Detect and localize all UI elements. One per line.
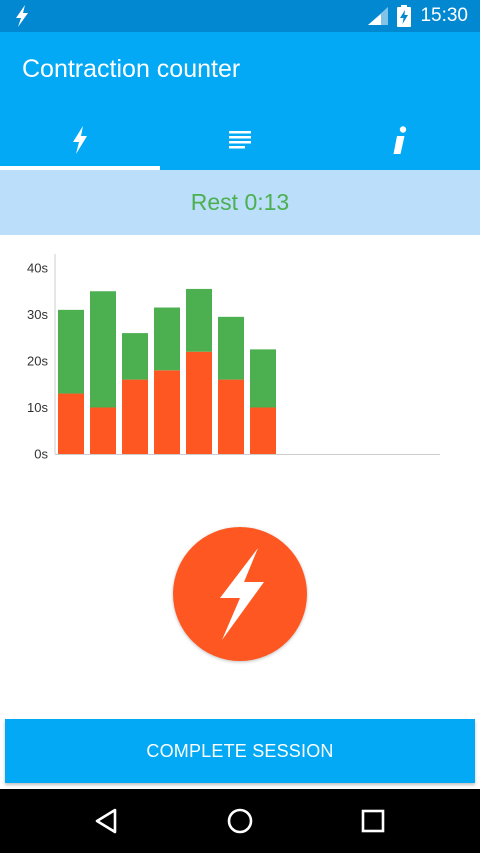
- back-triangle-icon: [95, 808, 117, 834]
- bar-segment-rest: [154, 307, 180, 371]
- home-circle-icon: [227, 808, 253, 834]
- complete-session-button[interactable]: COMPLETE SESSION: [5, 719, 475, 783]
- bar-segment-contraction: [58, 393, 84, 454]
- info-icon: [393, 126, 407, 154]
- back-button[interactable]: [86, 803, 126, 839]
- rest-banner: Rest 0:13: [0, 170, 480, 235]
- rest-timer: Rest 0:13: [190, 189, 290, 215]
- bar-segment-contraction: [154, 370, 180, 454]
- bar-segment-rest: [58, 309, 84, 394]
- bar-segment-rest: [90, 291, 116, 408]
- bar-segment-rest: [122, 333, 148, 380]
- bar-segment-contraction: [122, 379, 148, 454]
- cell-signal-icon: [368, 7, 388, 25]
- bar-segment-rest: [218, 316, 244, 380]
- recents-square-icon: [361, 809, 385, 833]
- status-bar: 15:30: [0, 0, 480, 32]
- y-tick-label: 30s: [27, 307, 48, 322]
- bar-segment-contraction: [90, 407, 116, 454]
- status-clock: 15:30: [420, 5, 468, 26]
- home-button[interactable]: [220, 803, 260, 839]
- app-root: 15:30 Contraction counter Rest 0:13 0s 1…: [0, 0, 480, 853]
- tab-history[interactable]: [160, 110, 320, 170]
- bar-segment-contraction: [218, 379, 244, 454]
- tab-info[interactable]: [320, 110, 480, 170]
- battery-charging-icon: [397, 5, 411, 27]
- bar-segment-rest: [250, 349, 276, 408]
- lightning-bolt-icon: [220, 548, 264, 640]
- tab-bar: [0, 110, 480, 170]
- y-tick-label: 0s: [34, 447, 48, 462]
- list-icon: [229, 131, 251, 149]
- recents-button[interactable]: [353, 803, 393, 839]
- contraction-toggle-button[interactable]: [173, 527, 307, 661]
- y-tick-label: 20s: [27, 354, 48, 369]
- bar-segment-rest: [186, 288, 212, 352]
- app-title: Contraction counter: [22, 55, 241, 83]
- bar-segment-contraction: [250, 407, 276, 454]
- contraction-chart: 0s 10s 20s 30s 40s: [27, 254, 440, 462]
- flash-notification-icon: [16, 5, 28, 27]
- system-nav-bar: [0, 789, 480, 853]
- y-tick-label: 10s: [27, 400, 48, 415]
- bar-segment-contraction: [186, 351, 212, 454]
- flash-icon: [73, 126, 87, 154]
- y-tick-label: 40s: [27, 261, 48, 276]
- app-bar: Contraction counter: [0, 32, 480, 170]
- tab-counter[interactable]: [0, 110, 160, 170]
